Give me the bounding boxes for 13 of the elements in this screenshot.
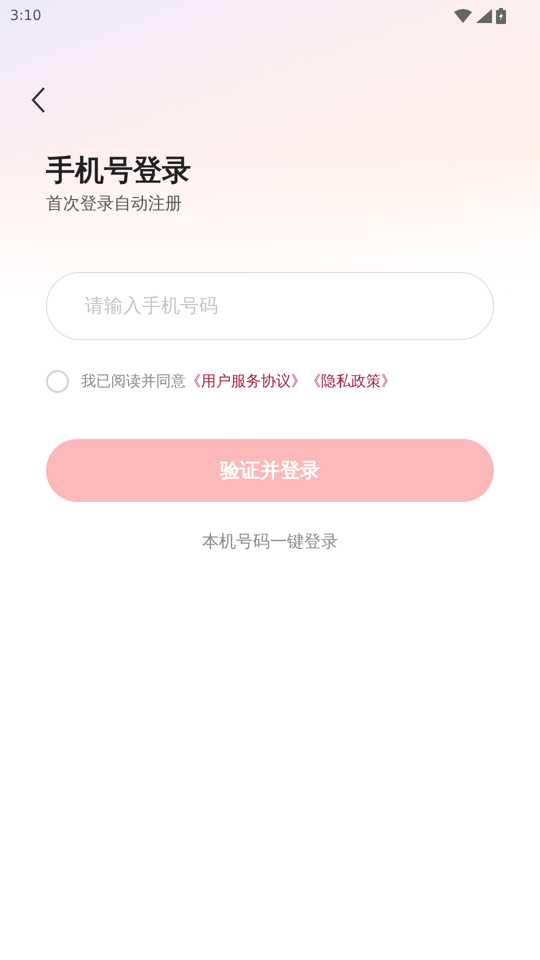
page-subtitle: 首次登录自动注册	[46, 193, 182, 216]
page-title: 手机号登录	[46, 152, 191, 189]
wifi-icon	[454, 9, 472, 23]
agreement-link[interactable]: 《隐私政策》	[306, 370, 396, 392]
phone-input-field[interactable]: 请输入手机号码	[46, 272, 494, 340]
agreement-link[interactable]: 《用户服务协议》	[186, 370, 306, 392]
agreement-text: 我已阅读并同意	[81, 370, 186, 392]
signal-icon	[476, 9, 492, 23]
chevron-left-icon	[30, 86, 46, 114]
battery-icon	[496, 8, 506, 24]
one-click-login-link[interactable]: 本机号码一键登录	[202, 530, 338, 555]
status-time: 3:10	[10, 6, 42, 26]
agreement-checkbox[interactable]	[46, 370, 69, 392]
